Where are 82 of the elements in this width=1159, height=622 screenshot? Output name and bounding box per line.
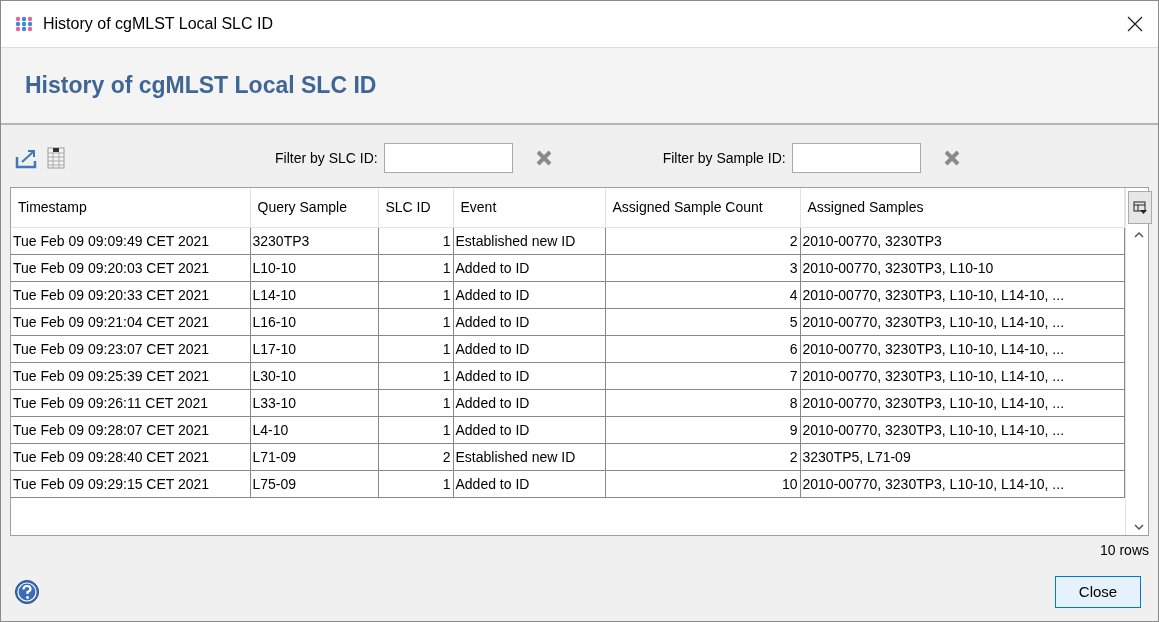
table-cell: 1 [378,281,453,308]
table-cell: Tue Feb 09 09:23:07 CET 2021 [11,335,250,362]
table-cell: 3230TP5, L71-09 [800,443,1124,470]
table-cell: 1 [378,335,453,362]
column-header[interactable]: Assigned Samples [800,188,1124,227]
table-cell: L71-09 [250,443,378,470]
table-cell: 5 [605,308,800,335]
table-cell: Established new ID [453,227,605,254]
table-cell: Added to ID [453,308,605,335]
table-cell: 2010-00770, 3230TP3, L10-10 [800,254,1124,281]
table-cell: 1 [378,470,453,497]
table-cell: Tue Feb 09 09:09:49 CET 2021 [11,227,250,254]
close-button[interactable]: Close [1055,576,1141,608]
column-chooser-icon[interactable] [1127,191,1152,224]
table-cell: Tue Feb 09 09:28:40 CET 2021 [11,443,250,470]
table-cell: L30-10 [250,362,378,389]
table-cell: 1 [378,227,453,254]
table-cell: 10 [605,470,800,497]
table-cell: Added to ID [453,335,605,362]
table-cell: Added to ID [453,254,605,281]
table-cell: 4 [605,281,800,308]
filter-label: Filter by Sample ID: [662,148,786,168]
export-icon[interactable] [15,147,39,169]
column-header[interactable]: Event [453,188,605,227]
table-cell: 3 [605,254,800,281]
table-cell: Tue Feb 09 09:25:39 CET 2021 [11,362,250,389]
column-header[interactable]: Timestamp [11,188,250,227]
table-cell: 2010-00770, 3230TP3, L10-10, L14-10, ... [800,416,1124,443]
table-cell: 8 [605,389,800,416]
table-cell: Tue Feb 09 09:29:15 CET 2021 [11,470,250,497]
table-cell: L17-10 [250,335,378,362]
table-cell: 2010-00770, 3230TP3, L10-10, L14-10, ... [800,389,1124,416]
table-cell: 2010-00770, 3230TP3, L10-10, L14-10, ... [800,281,1124,308]
table-cell: Tue Feb 09 09:20:33 CET 2021 [11,281,250,308]
filter-label: Filter by SLC ID: [275,148,378,168]
table-cell: 9 [605,416,800,443]
table-cell: 1 [378,254,453,281]
scroll-down-icon[interactable] [1134,524,1144,531]
table-cell: Added to ID [453,281,605,308]
table-cell: 2 [378,443,453,470]
filter-input[interactable] [383,143,513,173]
table-cell: 2010-00770, 3230TP3, L10-10, L14-10, ... [800,362,1124,389]
table-cell: 1 [378,308,453,335]
table-cell: 6 [605,335,800,362]
dialog-heading: History of cgMLST Local SLC ID [25,71,377,100]
table-cell: L75-09 [250,470,378,497]
window-title: History of cgMLST Local SLC ID [43,14,274,34]
table-cell: L33-10 [250,389,378,416]
column-header[interactable]: Assigned Sample Count [605,188,800,227]
table-cell: Added to ID [453,389,605,416]
table-cell: 2 [605,443,800,470]
table-cell: 1 [378,389,453,416]
table-cell: 2010-00770, 3230TP3, L10-10, L14-10, ... [800,470,1124,497]
column-header[interactable]: SLC ID [378,188,453,227]
table-cell: 2010-00770, 3230TP3 [800,227,1124,254]
scroll-up-icon[interactable] [1134,231,1144,238]
table-cell: L4-10 [250,416,378,443]
clear-icon[interactable] [942,149,961,167]
table-cell: 2010-00770, 3230TP3, L10-10, L14-10, ... [800,335,1124,362]
table-cell: Established new ID [453,443,605,470]
table-cell: Tue Feb 09 09:26:11 CET 2021 [11,389,250,416]
table-cell: 7 [605,362,800,389]
table-cell: Tue Feb 09 09:20:03 CET 2021 [11,254,250,281]
table-cell: Added to ID [453,470,605,497]
table-cell: Added to ID [453,416,605,443]
help-icon[interactable] [14,579,40,605]
columns-icon[interactable] [47,147,65,169]
table-cell: L10-10 [250,254,378,281]
table-cell: Tue Feb 09 09:28:07 CET 2021 [11,416,250,443]
table-cell: 3230TP3 [250,227,378,254]
table-cell: L14-10 [250,281,378,308]
table-cell: 1 [378,362,453,389]
table-cell: Tue Feb 09 09:21:04 CET 2021 [11,308,250,335]
filter-input[interactable] [791,143,921,173]
row-count: 10 rows [1099,541,1149,560]
clear-icon[interactable] [534,149,553,167]
table-cell: 1 [378,416,453,443]
table-cell: 2010-00770, 3230TP3, L10-10, L14-10, ... [800,308,1124,335]
table-cell: Added to ID [453,362,605,389]
table-cell: L16-10 [250,308,378,335]
column-header[interactable]: Query Sample [250,188,378,227]
table-cell: 2 [605,227,800,254]
